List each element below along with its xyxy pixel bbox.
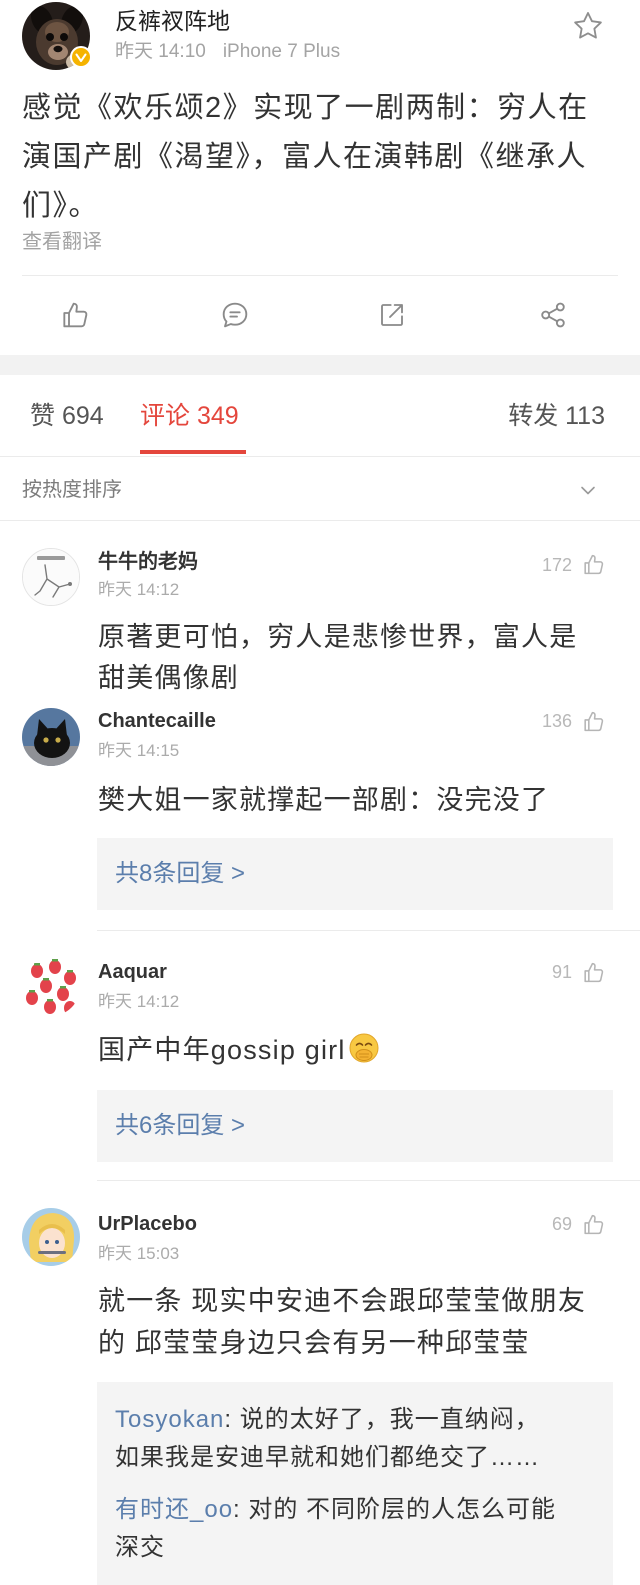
comment-time: 昨天 14:12 (98, 580, 180, 599)
comment-text: 樊大姐一家就撑起一部剧：没完没了 (98, 780, 549, 821)
post-text-line: 演国产剧《渴望》，富人在演韩剧《继承人 (22, 141, 588, 173)
repost-button[interactable] (376, 299, 408, 331)
tab-comments[interactable]: 评论 349 (140, 401, 239, 431)
chevron-down-icon[interactable] (576, 478, 600, 502)
reply-user-name[interactable]: 有时还_oo (115, 1496, 233, 1523)
post-meta: 昨天 14:10 iPhone 7 Plus (115, 40, 340, 64)
thumbs-up-icon[interactable] (581, 552, 606, 577)
comment-text-line: 国产中年gossip girl (98, 1035, 346, 1065)
comment-text-line: 的 邱莹莹身边只会有另一种邱莹莹 (98, 1328, 530, 1358)
divider (97, 1180, 640, 1181)
reply-preview-box[interactable]: 共6条回复 > (97, 1090, 613, 1162)
comment-user-name[interactable]: Chantecaille (98, 708, 216, 734)
comment-text: 原著更可怕，穷人是悲惨世界，富人是 甜美偶像剧 (98, 617, 577, 699)
divider (0, 520, 640, 521)
reply-preview-box[interactable]: 共8条回复 > (97, 838, 613, 910)
comment-like-count: 172 (541, 555, 572, 575)
sort-label[interactable]: 按热度排序 (22, 478, 122, 502)
comment-avatar[interactable] (22, 708, 80, 766)
thumbs-up-icon[interactable] (581, 709, 606, 734)
comment-like-count: 136 (541, 711, 572, 731)
like-icon (63, 302, 88, 328)
thumbs-up-icon[interactable] (581, 960, 606, 985)
comment-time: 昨天 14:12 (98, 992, 180, 1011)
comment-text: 国产中年gossip girl (98, 1030, 380, 1071)
comment-text-line: 樊大姐一家就撑起一部剧：没完没了 (98, 785, 550, 815)
post-time: 昨天 14:10 (115, 41, 206, 62)
reply-summary-link[interactable]: 共6条回复 > (115, 1090, 245, 1162)
comment-user-name[interactable]: Aaquar (98, 959, 167, 985)
active-tab-indicator (140, 450, 246, 454)
reply-user-name[interactable]: Tosyokan (115, 1406, 224, 1433)
comment-time: 昨天 15:03 (98, 1244, 180, 1263)
reply-item[interactable]: 有时还_oo: 对的 不同阶层的人怎么可能 深交 (115, 1491, 556, 1567)
comment-text-line: 甜美偶像剧 (98, 663, 239, 693)
reply-text: 如果我是安迪早就和她们都绝交了…… (115, 1444, 540, 1471)
post-text: 感觉《欢乐颂2》实现了一剧两制：穷人在 演国产剧《渴望》，富人在演韩剧《继承人 … (22, 84, 589, 231)
share-icon (541, 302, 565, 328)
comment-avatar[interactable] (22, 548, 80, 606)
divider (0, 456, 640, 457)
repost-icon (381, 304, 403, 326)
comment-time: 昨天 14:15 (98, 741, 180, 760)
post-text-line: 们》。 (22, 190, 100, 222)
comment-icon (222, 302, 248, 328)
reply-text: 深交 (115, 1534, 165, 1561)
divider (97, 930, 640, 931)
author-name[interactable]: 反裤衩阵地 (115, 7, 230, 35)
tab-reposts[interactable]: 转发 113 (508, 401, 605, 431)
comment-like-count: 91 (551, 962, 572, 982)
star-icon[interactable] (571, 9, 605, 43)
comment-text: 就一条 现实中安迪不会跟邱莹莹做朋友 的 邱莹莹身边只会有另一种邱莹莹 (98, 1280, 586, 1364)
reply-text: : 说的太好了，我一直纳闷， (224, 1406, 540, 1433)
divider (22, 275, 618, 276)
comment-text-line: 就一条 现实中安迪不会跟邱莹莹做朋友 (98, 1286, 587, 1316)
comment-user-name[interactable]: 牛牛的老妈 (98, 549, 198, 575)
reply-text: : 对的 不同阶层的人怎么可能 (233, 1496, 557, 1523)
comment-avatar[interactable] (22, 1208, 80, 1266)
tab-likes[interactable]: 赞 694 (30, 401, 104, 431)
verified-badge-icon (70, 46, 92, 68)
translate-link[interactable]: 查看翻译 (22, 230, 102, 254)
comment-avatar[interactable] (22, 958, 80, 1016)
thumbs-up-icon[interactable] (581, 1212, 606, 1237)
post-text-line: 感觉《欢乐颂2》实现了一剧两制：穷人在 (22, 92, 589, 124)
comment-text-line: 原著更可怕，穷人是悲惨世界，富人是 (98, 622, 578, 652)
reply-item[interactable]: Tosyokan: 说的太好了，我一直纳闷， 如果我是安迪早就和她们都绝交了…… (115, 1401, 540, 1477)
like-button[interactable] (59, 299, 91, 331)
comment-user-name[interactable]: UrPlacebo (98, 1211, 197, 1237)
share-button[interactable] (537, 299, 569, 331)
giggle-emoji-icon (348, 1032, 380, 1064)
section-separator (0, 355, 640, 375)
comment-like-count: 69 (551, 1214, 572, 1234)
reply-summary-link[interactable]: 共8条回复 > (115, 838, 245, 910)
post-source: iPhone 7 Plus (222, 41, 341, 62)
comment-button[interactable] (219, 299, 251, 331)
